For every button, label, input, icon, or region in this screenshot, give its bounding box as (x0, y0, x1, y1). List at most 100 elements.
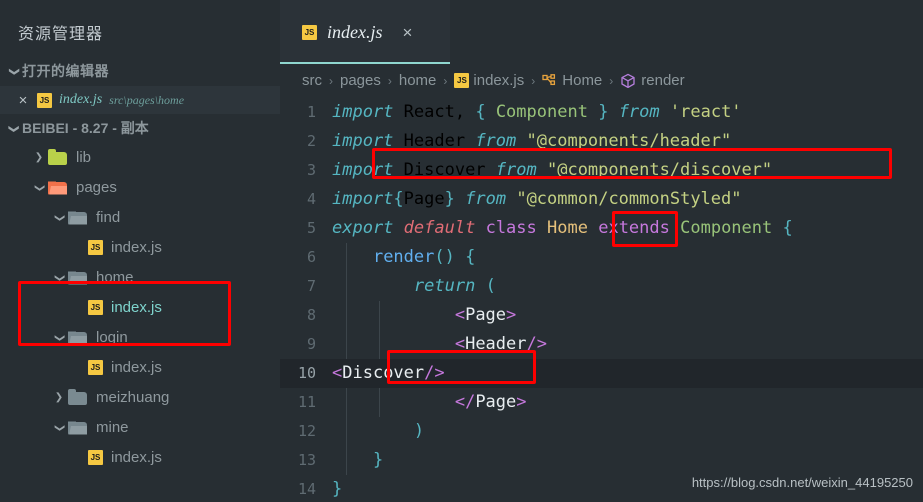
code-keyword: from (618, 102, 660, 123)
line-number: 13 (297, 451, 316, 470)
workspace-root-label: BEIBEI - 8.27 - 副本 (22, 120, 149, 136)
line-number: 8 (306, 306, 316, 325)
code-keyword: from (495, 160, 537, 181)
indent-guide (346, 300, 347, 330)
code-line-7[interactable]: 7 return ( (280, 271, 923, 301)
breadcrumb-item-Home[interactable]: Home (542, 72, 602, 89)
chevron-down-icon[interactable] (4, 123, 22, 134)
breadcrumb-item-index-js[interactable]: JS index.js (454, 72, 524, 89)
code-line-1[interactable]: 1 import React, { Component } from 'react… (280, 98, 923, 127)
js-file-icon: JS (88, 359, 103, 375)
code-identifier: Component (680, 218, 773, 239)
code-line-text: <Page> (332, 305, 923, 325)
code-line-text: import Header from "@components/header" (332, 131, 732, 152)
indent-guide (346, 387, 347, 417)
tree-item-label: login (96, 328, 128, 346)
breadcrumb-label: src (302, 72, 322, 90)
explorer-sidebar: 资源管理器 打开的编辑器 × JS index.js src\pages\hom… (0, 0, 280, 502)
code-bracket: { (475, 102, 486, 123)
code-editor[interactable]: 1 import React, { Component } from 'react… (280, 97, 923, 502)
breadcrumb-separator: › (531, 73, 536, 88)
breadcrumb-item-pages[interactable]: pages (340, 72, 381, 89)
tree-file-index.js[interactable]: JS index.js (0, 292, 280, 322)
code-bracket: { (465, 247, 476, 268)
line-number: 1 (306, 103, 316, 122)
tree-file-index.js[interactable]: JS index.js (0, 442, 280, 472)
chevron-right-icon[interactable] (50, 392, 68, 403)
tree-folder-mine[interactable]: mine (0, 412, 280, 442)
code-bracket: ) (413, 421, 425, 442)
breadcrumb-separator: › (329, 73, 333, 88)
tree-folder-meizhuang[interactable]: meizhuang (0, 382, 280, 412)
breadcrumb-separator: › (443, 73, 448, 88)
breadcrumb-item-home[interactable]: home (399, 72, 437, 89)
code-line-text: <Header/> (332, 334, 923, 354)
chevron-down-icon[interactable] (4, 66, 22, 77)
code-bracket: } (444, 189, 455, 210)
folder-icon (68, 388, 88, 405)
code-jsx-bracket: /> (424, 363, 445, 384)
breadcrumb-label: render (641, 72, 685, 90)
code-line-9[interactable]: 9 <Header/> (280, 329, 923, 359)
close-icon[interactable]: × (16, 93, 30, 108)
open-editors-section-header[interactable]: 打开的编辑器 (0, 56, 280, 86)
code-line-4[interactable]: 4 import{Page} from "@common/commonStyled… (280, 185, 923, 214)
tree-item-label: find (96, 208, 121, 226)
tree-folder-login[interactable]: login (0, 322, 280, 352)
code-bracket: } (598, 102, 609, 123)
chevron-right-icon[interactable] (30, 152, 48, 163)
tree-item-label: index.js (111, 238, 162, 256)
code-string: "@components/header" (526, 131, 732, 152)
file-tree: lib pages find JS index.js home JS index.js logi… (0, 142, 280, 472)
close-icon[interactable]: × (403, 24, 413, 41)
breadcrumb-separator: › (387, 73, 392, 88)
indent-guide (346, 329, 347, 359)
code-keyword: import (332, 189, 394, 210)
code-line-2[interactable]: 2 import Header from "@components/header" (280, 127, 923, 156)
breadcrumb-item-src[interactable]: src (302, 72, 322, 89)
code-keyword: from (475, 131, 517, 152)
code-bracket: { (782, 218, 793, 239)
code-jsx-tag: Page (465, 305, 507, 326)
tree-folder-home[interactable]: home (0, 262, 280, 292)
folder-icon (48, 180, 68, 195)
workspace-root-header[interactable]: BEIBEI - 8.27 - 副本 (0, 114, 280, 142)
chevron-down-icon[interactable] (50, 212, 68, 223)
code-keyword: from (465, 189, 507, 210)
code-line-5[interactable]: 5 export default class Home extends Compo… (280, 214, 923, 243)
line-number: 6 (306, 248, 316, 267)
code-line-12[interactable]: 12 ) (280, 416, 923, 446)
open-editors-label: 打开的编辑器 (22, 63, 109, 79)
code-line-13[interactable]: 13 } (280, 445, 923, 475)
code-line-10[interactable]: 10 <Discover/> (280, 358, 923, 388)
js-file-icon: JS (88, 239, 103, 255)
line-number: 4 (306, 190, 316, 209)
code-bracket: ) (444, 247, 455, 268)
tree-folder-find[interactable]: find (0, 202, 280, 232)
breadcrumb-item-render[interactable]: render (620, 72, 685, 90)
class-symbol-icon (542, 74, 557, 88)
tree-file-index.js[interactable]: JS index.js (0, 352, 280, 382)
code-line-text: ) (332, 421, 923, 441)
chevron-down-icon[interactable] (50, 422, 68, 433)
chevron-down-icon[interactable] (30, 182, 48, 193)
tree-folder-lib[interactable]: lib (0, 142, 280, 172)
code-line-11[interactable]: 11 </Page> (280, 387, 923, 417)
code-line-6[interactable]: 6 render() { (280, 242, 923, 272)
folder-icon (68, 210, 88, 225)
code-keyword: return (413, 276, 476, 297)
method-cube-icon (620, 73, 636, 89)
chevron-down-icon[interactable] (50, 272, 68, 283)
tab-index-js[interactable]: JS index.js × (280, 0, 450, 64)
indent-guide (346, 445, 347, 475)
code-line-8[interactable]: 8 <Page> (280, 300, 923, 330)
open-editor-item-index-js[interactable]: × JS index.js src\pages\home (0, 86, 280, 114)
code-jsx-bracket: > (516, 392, 527, 413)
code-line-3[interactable]: 3 import Discover from "@components/disco… (280, 156, 923, 185)
tree-folder-pages[interactable]: pages (0, 172, 280, 202)
code-line-text: <Discover/> (332, 363, 923, 383)
tree-file-index.js[interactable]: JS index.js (0, 232, 280, 262)
code-classname: Home (547, 218, 588, 239)
code-bracket: } (332, 479, 343, 500)
chevron-down-icon[interactable] (50, 332, 68, 343)
